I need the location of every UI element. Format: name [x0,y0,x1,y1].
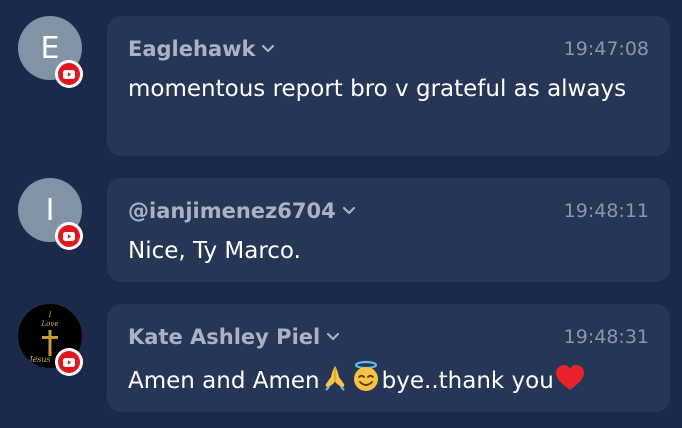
message-bubble: Eaglehawk 19:47:08 momentous report bro … [107,16,670,156]
chevron-down-icon[interactable] [261,44,275,53]
red-heart-emoji [554,364,586,403]
author-name[interactable]: @ianjimenez6704 [128,199,356,223]
message-text-part: bye..thank you [381,368,554,394]
timestamp: 19:48:31 [563,326,649,348]
author-name-label: @ianjimenez6704 [128,199,336,223]
smiling-face-with-halo-emoji [350,360,382,403]
author-name[interactable]: Kate Ashley Piel [128,325,340,349]
youtube-badge [55,348,83,376]
chat-message: E Eaglehawk 19:47:08 momentous report br… [0,16,682,156]
timestamp: 19:47:08 [563,38,649,60]
youtube-badge [55,60,83,88]
youtube-badge [55,222,83,250]
youtube-icon [58,351,80,373]
chevron-down-icon[interactable] [342,206,356,215]
author-name-label: Kate Ashley Piel [128,325,321,349]
message-text-part: Amen and Amen [128,368,320,394]
message-text: Amen and Amen bye..thank you [128,360,649,403]
chat-message: I @ianjimenez6704 19:48:11 Nice, Ty Marc… [0,178,682,282]
message-bubble: Kate Ashley Piel 19:48:31 Amen and Amen b… [107,304,670,412]
author-name-label: Eaglehawk [128,37,256,61]
youtube-icon [58,225,80,247]
folded-hands-emoji [320,362,350,403]
chevron-down-icon[interactable] [326,332,340,341]
chat-message: I Love Jesus Kate Ashley Piel 19:48:31 A… [0,304,682,412]
timestamp: 19:48:11 [563,200,649,222]
message-text: Nice, Ty Marco. [128,238,301,264]
message-text: momentous report bro v grateful as alway… [128,76,627,102]
message-bubble: @ianjimenez6704 19:48:11 Nice, Ty Marco. [107,178,670,282]
youtube-icon [58,63,80,85]
svg-text:Jesus: Jesus [27,355,50,364]
svg-text:I: I [48,311,52,319]
author-name[interactable]: Eaglehawk [128,37,275,61]
svg-text:Love: Love [41,320,59,328]
